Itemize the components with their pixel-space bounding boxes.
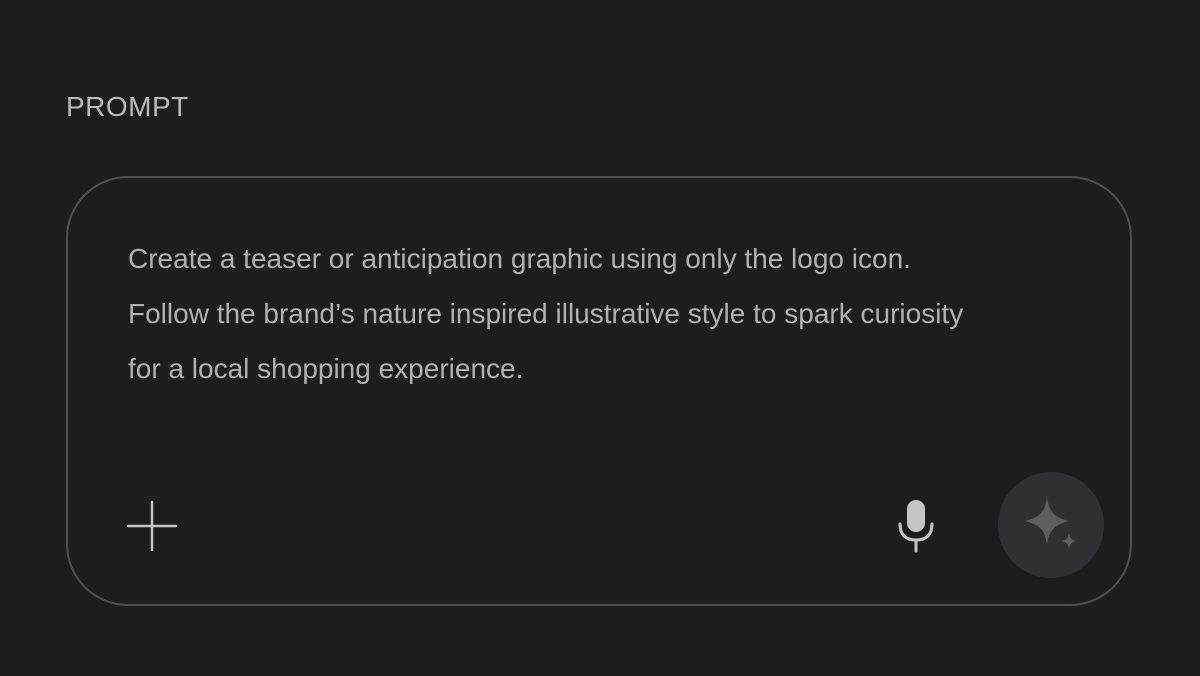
generate-button[interactable] xyxy=(998,472,1104,578)
prompt-panel: PROMPT Create a teaser or anticipation g… xyxy=(0,0,1200,676)
add-attachment-button[interactable] xyxy=(122,496,182,556)
plus-icon xyxy=(126,500,178,552)
prompt-text[interactable]: Create a teaser or anticipation graphic … xyxy=(128,231,1088,396)
microphone-icon xyxy=(898,500,934,553)
section-label: PROMPT xyxy=(66,91,189,122)
prompt-input-box[interactable]: Create a teaser or anticipation graphic … xyxy=(66,176,1132,606)
microphone-button[interactable] xyxy=(884,494,948,558)
sparkle-icon xyxy=(1025,497,1077,549)
